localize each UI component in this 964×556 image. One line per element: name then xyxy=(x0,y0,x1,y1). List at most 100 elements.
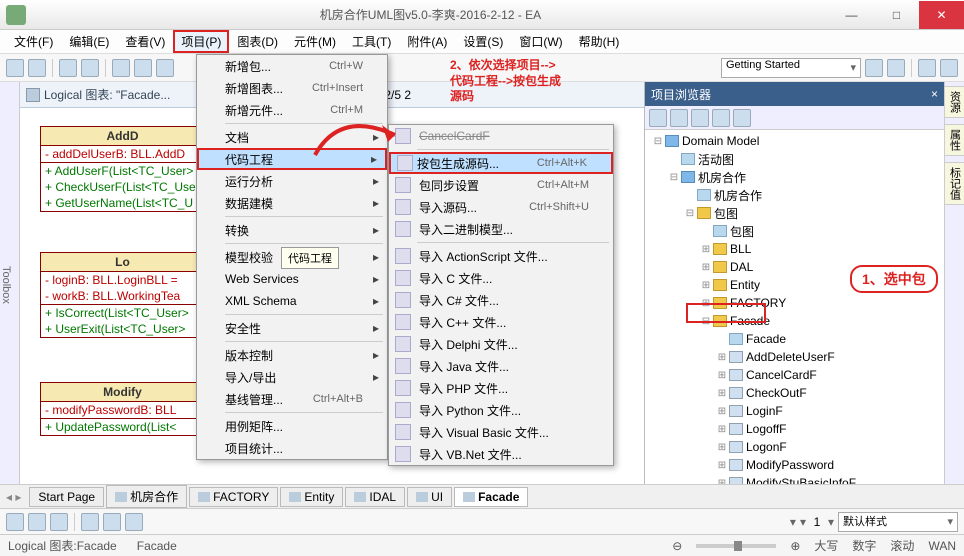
sm-import-as[interactable]: 导入 ActionScript 文件... xyxy=(389,245,613,267)
tooltip: 代码工程 xyxy=(281,247,339,269)
ft-5-icon[interactable] xyxy=(103,513,121,531)
pm-web-services[interactable]: Web Services▸ xyxy=(197,268,387,290)
pm-code-engineering[interactable]: 代码工程▸ xyxy=(197,148,387,170)
pm-run-analysis[interactable]: 运行分析▸ xyxy=(197,170,387,192)
sm-import-vb[interactable]: 导入 Visual Basic 文件... xyxy=(389,421,613,443)
zoom-in-icon[interactable]: ⊕ xyxy=(790,539,800,553)
pm-new-package[interactable]: 新增包...Ctrl+W xyxy=(197,55,387,77)
sm-import-source[interactable]: 导入源码...Ctrl+Shift+U xyxy=(389,196,613,218)
perspective-combo[interactable]: Getting Started xyxy=(721,58,861,78)
status-num: 数字 xyxy=(852,537,876,554)
tb-open-icon[interactable] xyxy=(28,59,46,77)
diagram-icon xyxy=(26,88,40,102)
menu-diagram[interactable]: 图表(D) xyxy=(229,30,286,53)
sm-generate-by-package[interactable]: 按包生成源码...Ctrl+Alt+K xyxy=(389,152,613,174)
status-caps: 大写 xyxy=(814,537,838,554)
pm-baseline[interactable]: 基线管理...Ctrl+Alt+B xyxy=(197,388,387,410)
tb-misc2-icon[interactable] xyxy=(887,59,905,77)
pm-new-diagram[interactable]: 新增图表...Ctrl+Insert xyxy=(197,77,387,99)
btab-start[interactable]: Start Page xyxy=(29,487,104,507)
pm-security[interactable]: 安全性▸ xyxy=(197,317,387,339)
pm-transform[interactable]: 转换▸ xyxy=(197,219,387,241)
style-combo[interactable]: 默认样式 xyxy=(838,512,958,532)
pm-data-modeling[interactable]: 数据建模▸ xyxy=(197,192,387,214)
bt-up-icon[interactable] xyxy=(691,109,709,127)
bt-nav-back-icon[interactable] xyxy=(649,109,667,127)
pm-new-element[interactable]: 新增元件...Ctrl+M xyxy=(197,99,387,121)
ft-2-icon[interactable] xyxy=(28,513,46,531)
ft-4-icon[interactable] xyxy=(81,513,99,531)
right-sidebar: 资源 属性 标记值 xyxy=(944,82,964,484)
menu-project[interactable]: 项目(P) xyxy=(173,30,229,53)
bt-new-icon[interactable] xyxy=(733,109,751,127)
menu-file[interactable]: 文件(F) xyxy=(6,30,61,53)
sm-import-php[interactable]: 导入 PHP 文件... xyxy=(389,377,613,399)
project-tree[interactable]: ⊟Domain Model 活动图 ⊟机房合作 机房合作 ⊟包图 包图 ⊞BLL… xyxy=(645,130,944,484)
menu-view[interactable]: 查看(V) xyxy=(117,30,173,53)
format-toolbar: ▾ ▾ 1 ▾ 默认样式 xyxy=(0,508,964,534)
menu-element[interactable]: 元件(M) xyxy=(286,30,344,53)
menu-window[interactable]: 窗口(W) xyxy=(511,30,570,53)
sm-import-python[interactable]: 导入 Python 文件... xyxy=(389,399,613,421)
uml-class-1[interactable]: AddD - addDelUserB: BLL.AddD + AddUserF(… xyxy=(40,126,205,212)
uml-class-3[interactable]: Modify - modifyPasswordB: BLL + UpdatePa… xyxy=(40,382,205,436)
btab-main[interactable]: 机房合作 xyxy=(106,485,187,508)
btab-factory[interactable]: FACTORY xyxy=(189,487,278,507)
bt-nav-fwd-icon[interactable] xyxy=(670,109,688,127)
tb-print-icon[interactable] xyxy=(81,59,99,77)
btab-idal[interactable]: IDAL xyxy=(345,487,405,507)
tb-paste-icon[interactable] xyxy=(156,59,174,77)
ft-3-icon[interactable] xyxy=(50,513,68,531)
sm-import-java[interactable]: 导入 Java 文件... xyxy=(389,355,613,377)
minimize-button[interactable]: — xyxy=(829,1,874,29)
menu-edit[interactable]: 编辑(E) xyxy=(61,30,117,53)
app-icon xyxy=(6,5,26,25)
status-scroll: 滚动 xyxy=(890,537,914,554)
sm-import-c[interactable]: 导入 C 文件... xyxy=(389,267,613,289)
pm-xml-schema[interactable]: XML Schema▸ xyxy=(197,290,387,312)
status-bar: Logical 图表:Facade Facade ⊖ ⊕ 大写 数字 滚动 WA… xyxy=(0,534,964,556)
side-tab-2[interactable]: 属性 xyxy=(944,124,964,156)
btab-facade[interactable]: Facade xyxy=(454,487,528,507)
sm-import-vbnet[interactable]: 导入 VB.Net 文件... xyxy=(389,443,613,465)
side-tab-1[interactable]: 资源 xyxy=(944,86,964,118)
tb-misc3-icon[interactable] xyxy=(918,59,936,77)
menu-help[interactable]: 帮助(H) xyxy=(571,30,628,53)
ft-1-icon[interactable] xyxy=(6,513,24,531)
btab-ui[interactable]: UI xyxy=(407,487,452,507)
menu-addins[interactable]: 附件(A) xyxy=(399,30,455,53)
pm-version-control[interactable]: 版本控制▸ xyxy=(197,344,387,366)
pm-import-export[interactable]: 导入/导出▸ xyxy=(197,366,387,388)
uml-class-2[interactable]: Lo - loginB: BLL.LoginBLL = - workB: BLL… xyxy=(40,252,205,338)
pm-usecase-matrix[interactable]: 用例矩阵... xyxy=(197,415,387,437)
tb-save-icon[interactable] xyxy=(59,59,77,77)
tree-facade-folder[interactable]: Facade xyxy=(730,314,770,328)
sm-sync-settings[interactable]: 包同步设置Ctrl+Alt+M xyxy=(389,174,613,196)
menu-tools[interactable]: 工具(T) xyxy=(344,30,399,53)
sm-import-cpp[interactable]: 导入 C++ 文件... xyxy=(389,311,613,333)
tb-cut-icon[interactable] xyxy=(112,59,130,77)
sm-import-binary[interactable]: 导入二进制模型... xyxy=(389,218,613,240)
browser-toolbar xyxy=(645,106,944,130)
maximize-button[interactable]: □ xyxy=(874,1,919,29)
btab-entity[interactable]: Entity xyxy=(280,487,343,507)
side-tab-3[interactable]: 标记值 xyxy=(944,162,964,205)
pm-docs[interactable]: 文档▸ xyxy=(197,126,387,148)
sm-cut-top: CancelCardF xyxy=(389,125,613,147)
tb-new-icon[interactable] xyxy=(6,59,24,77)
ft-6-icon[interactable] xyxy=(125,513,143,531)
diagram-title: Logical 图表: "Facade... xyxy=(44,86,170,103)
zoom-out-icon[interactable]: ⊖ xyxy=(672,539,682,553)
titlebar: 机房合作UML图v5.0-李爽-2016-2-12 - EA — □ ✕ xyxy=(0,0,964,30)
toolbox-strip[interactable]: Toolbox xyxy=(0,82,20,484)
tb-misc1-icon[interactable] xyxy=(865,59,883,77)
browser-close-icon[interactable]: × xyxy=(931,87,938,101)
tb-misc4-icon[interactable] xyxy=(940,59,958,77)
bt-home-icon[interactable] xyxy=(712,109,730,127)
menu-settings[interactable]: 设置(S) xyxy=(455,30,511,53)
tb-copy-icon[interactable] xyxy=(134,59,152,77)
sm-import-csharp[interactable]: 导入 C# 文件... xyxy=(389,289,613,311)
sm-import-delphi[interactable]: 导入 Delphi 文件... xyxy=(389,333,613,355)
close-button[interactable]: ✕ xyxy=(919,1,964,29)
pm-project-stats[interactable]: 项目统计... xyxy=(197,437,387,459)
